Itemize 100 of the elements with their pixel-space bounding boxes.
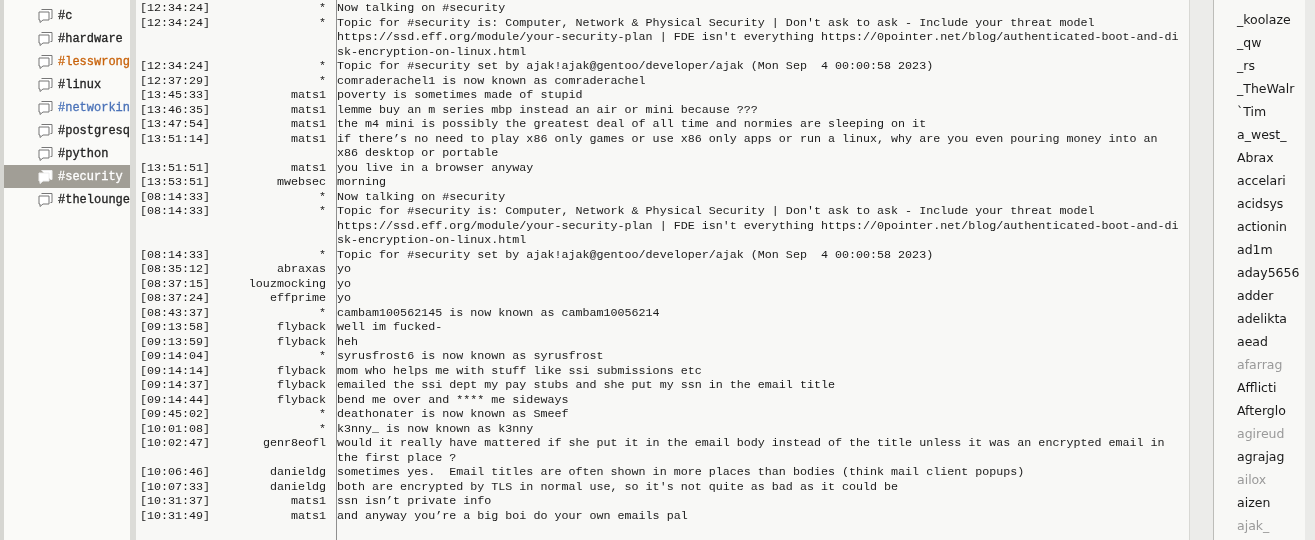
timestamp: [09:14:14] [140,363,212,378]
timestamp: [08:35:12] [140,262,212,277]
channel-item[interactable]: #linux [4,73,130,96]
nick-name: * [318,189,327,204]
nick-name: mats1 [289,88,327,103]
timestamp: [10:01:08] [140,421,212,436]
user-nick[interactable]: Afterglo [1237,399,1286,422]
message-text: yo [336,262,353,277]
nick-name: flyback [275,334,327,349]
user-nick[interactable]: actionin [1237,215,1287,238]
user-nick[interactable]: ad1m [1237,238,1273,261]
message-text: Now talking on #security [336,189,507,204]
timestamp: [13:45:33] [140,88,212,103]
user-nick[interactable]: aizen [1237,491,1271,514]
timestamp: [12:34:24] [140,15,212,32]
nick-name: louzmocking [247,276,327,291]
user-nick[interactable]: Afflicti [1237,376,1277,399]
user-nick[interactable]: a_west_ [1237,123,1287,146]
message-text: poverty is sometimes made of stupid [336,88,584,103]
user-nick[interactable]: `Tim [1237,100,1267,123]
message-text: Topic for #security set by ajak!ajak@gentoo/developer/ajak (Mon Sep 4 00:00:58 2023) [336,59,935,74]
user-nick[interactable]: adder [1237,284,1274,307]
nick-name: abraxas [275,262,327,277]
user-nick[interactable]: adelikta [1237,307,1288,330]
nick-name: * [318,247,327,262]
message-text: morning [336,175,388,190]
nick-name: flyback [275,363,327,378]
timestamp: [12:37:29] [140,73,212,88]
timestamp: [09:14:04] [140,349,212,364]
nick-name: mats1 [289,160,327,175]
timestamp: [09:14:44] [140,392,212,407]
user-nick[interactable]: _koolaze [1237,8,1291,31]
message-text: Topic for #security set by ajak!ajak@gentoo/developer/ajak (Mon Sep 4 00:00:58 2023) [336,247,935,262]
timestamp: [13:47:54] [140,117,212,132]
message-text: mom who helps me with stuff like ssi submissions etc [336,363,703,378]
message-text: well im fucked- [336,320,444,335]
chat-bubble-icon [37,30,54,47]
scrollbar[interactable] [1189,0,1213,540]
nick-name: danieldg [268,465,327,480]
channel-item[interactable]: #networkin [4,96,130,119]
message-text: sometimes yes. Email titles are often shown in more places than bodies (think mail client popups) [336,465,1026,480]
nick-name: flyback [275,320,327,335]
nick-name: flyback [275,378,327,393]
nick-name: mats1 [289,117,327,132]
message-text: Topic for #security is: Computer, Network & Physical Security | Don't ask to ask - Include your threat model https://ssd.eff.org/module/your-security-plan | FDE isn't everything https://0pointer.net/blog/authenticated-boot-and-di sk-encryption-on-linux.html [336,204,1179,248]
user-nick[interactable]: _TheWalr [1237,77,1295,100]
timestamp: [10:02:47] [140,436,212,452]
timestamp: [08:37:24] [140,291,212,306]
user-nick[interactable]: acidsys [1237,192,1284,215]
channel-item[interactable]: #python [4,142,130,165]
chat-bubble-icon [37,99,54,116]
nick-name: * [318,73,327,88]
message-text: k3nny_ is now known as k3nny [336,421,535,436]
channel-item[interactable]: #thelounge [4,188,130,211]
channel-name: #networkin [58,100,130,115]
nick-name: * [318,204,327,220]
channel-name: #python [58,146,109,161]
nick-name: * [318,15,327,32]
chat-bubble-icon [37,122,54,139]
channel-name: #thelounge [58,192,130,207]
message-text: yo [336,276,353,291]
timestamp: [09:13:58] [140,320,212,335]
channel-item[interactable]: #postgresq [4,119,130,142]
nick-name: flyback [275,392,327,407]
user-nick[interactable]: _qw [1237,31,1262,54]
message-text: bend me over and **** me sideways [336,392,570,407]
timestamp: [08:14:33] [140,204,212,220]
timestamp: [09:14:37] [140,378,212,393]
user-nick[interactable]: agrajag [1237,445,1285,468]
nick-name: effprime [268,291,327,306]
nick-name: * [318,407,327,422]
nick-name: danieldg [268,479,327,494]
nick-name: * [318,305,327,320]
channel-item[interactable]: #c [4,4,130,27]
user-nick[interactable]: aday5656 [1237,261,1300,284]
user-nick[interactable]: _rs [1237,54,1255,77]
message-text: lemme buy an m series mbp instead an air or mini because ??? [336,102,759,117]
message-text: yo [336,291,353,306]
timestamp: [09:45:02] [140,407,212,422]
message-text: emailed the ssi dept my pay stubs and she put my ssn in the email title [336,378,836,393]
timestamp: [08:14:33] [140,189,212,204]
user-nick[interactable]: accelari [1237,169,1286,192]
message-text: both are encrypted by TLS in normal use, so it's not quite as bad as it could be [336,479,900,494]
user-nick[interactable]: aead [1237,330,1268,353]
chat-bubble-icon [37,7,54,24]
nick-name: mwebsec [275,175,327,190]
message-text: comraderachel1 is now known as comraderachel [336,73,647,88]
channel-item[interactable]: #hardware [4,27,130,50]
chat-bubble-icon [37,145,54,162]
timestamp: [13:51:51] [140,160,212,175]
message-text: cambam100562145 is now known as cambam10056214 [336,305,661,320]
message-text: Now talking on #security [336,1,507,16]
channel-item[interactable]: #lesswrong [4,50,130,73]
nick-name: mats1 [289,494,327,509]
channel-name: #security [58,169,123,184]
message-text: the m4 mini is possibly the greatest deal of all time and normies are sleeping on it [336,117,928,132]
message-text: you live in a browser anyway [336,160,535,175]
chat-bubble-icon [37,168,54,185]
message-text: ssn isn’t private info [336,494,493,509]
user-nick[interactable]: Abrax [1237,146,1274,169]
